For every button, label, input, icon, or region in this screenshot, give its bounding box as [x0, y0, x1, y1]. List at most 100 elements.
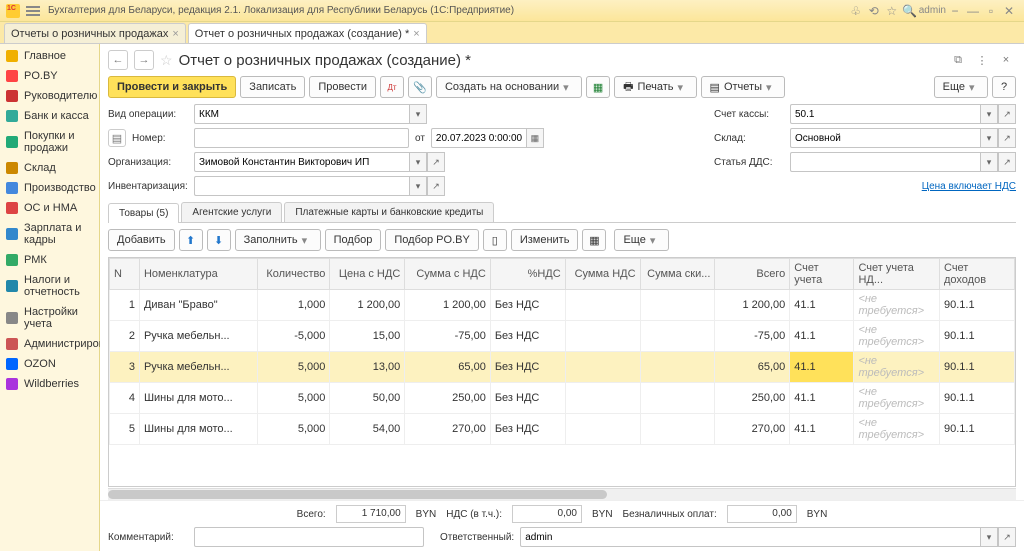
date-input[interactable]	[431, 128, 526, 148]
open-icon[interactable]: ↗	[998, 128, 1016, 148]
more-button[interactable]: Еще▾	[934, 76, 988, 98]
fwd-button[interactable]: →	[134, 50, 154, 70]
excel-icon[interactable]: ▦	[586, 76, 610, 98]
table-row[interactable]: 4Шины для мото...5,00050,00250,00Без НДС…	[110, 383, 1015, 414]
close-icon[interactable]: ✕	[1000, 2, 1018, 20]
comm-input[interactable]	[194, 527, 424, 547]
chevron-down-icon[interactable]: ▾	[409, 176, 427, 196]
sidebar-item[interactable]: РМК	[0, 250, 99, 270]
sidebar-item[interactable]: Покупки и продажи	[0, 126, 99, 158]
dt-kt-icon[interactable]: Дт	[380, 76, 404, 98]
chevron-down-icon[interactable]: ▾	[980, 152, 998, 172]
org-input[interactable]	[194, 152, 409, 172]
close-icon[interactable]: ×	[413, 28, 419, 40]
schet-input[interactable]	[790, 104, 980, 124]
chevron-down-icon[interactable]: ▾	[980, 527, 998, 547]
col-header[interactable]: Сумма НДС	[565, 259, 640, 290]
open-icon[interactable]: ↗	[427, 152, 445, 172]
inv-input[interactable]	[194, 176, 409, 196]
nomer-input[interactable]	[194, 128, 409, 148]
close-icon[interactable]: ×	[996, 50, 1016, 70]
table[interactable]: NНоменклатураКоличествоЦена с НДССумма с…	[108, 257, 1016, 487]
user-label[interactable]: admin	[919, 2, 946, 20]
move-down-icon[interactable]: ⬇	[207, 229, 231, 251]
chevron-down-icon[interactable]: ▾	[409, 152, 427, 172]
chevron-down-icon[interactable]: ▾	[409, 104, 427, 124]
sidebar-item[interactable]: ОС и НМА	[0, 198, 99, 218]
sidebar-item[interactable]: Банк и касса	[0, 106, 99, 126]
help-button[interactable]: ?	[992, 76, 1016, 98]
podbor-button[interactable]: Подбор	[325, 229, 382, 251]
resp-input[interactable]	[520, 527, 980, 547]
open-icon[interactable]: ↗	[998, 104, 1016, 124]
col-header[interactable]: Сумма с НДС	[405, 259, 491, 290]
print-button[interactable]: 🖶 Печать▾	[614, 76, 696, 98]
col-header[interactable]: Счет учета	[790, 259, 854, 290]
fav-icon[interactable]: ☆	[160, 52, 173, 69]
sidebar-item[interactable]: Налоги и отчетность	[0, 270, 99, 302]
fill-button[interactable]: Заполнить▾	[235, 229, 321, 251]
unlink-icon[interactable]: ⧉	[948, 50, 968, 70]
attach-icon[interactable]: 📎	[408, 76, 432, 98]
more-button[interactable]: Еще▾	[614, 229, 668, 251]
col-header[interactable]: Номенклатура	[139, 259, 257, 290]
open-icon[interactable]: ↗	[427, 176, 445, 196]
col-header[interactable]: Счет учета НД...	[854, 259, 940, 290]
sidebar-item[interactable]: Wildberries	[0, 374, 99, 394]
sidebar-item[interactable]: PO.BY	[0, 66, 99, 86]
dds-input[interactable]	[790, 152, 980, 172]
table-row[interactable]: 1Диван "Браво"1,0001 200,001 200,00Без Н…	[110, 290, 1015, 321]
sidebar-item[interactable]: Склад	[0, 158, 99, 178]
sidebar-item[interactable]: Производство	[0, 178, 99, 198]
col-header[interactable]: Счет доходов	[940, 259, 1015, 290]
col-header[interactable]: N	[110, 259, 140, 290]
min-icon[interactable]: —	[964, 2, 982, 20]
vid-op-input[interactable]	[194, 104, 409, 124]
more-icon[interactable]: ⋮	[972, 50, 992, 70]
tab-list[interactable]: Отчеты о розничных продажах×	[4, 23, 186, 43]
podbor-poby-button[interactable]: Подбор PO.BY	[385, 229, 478, 251]
sidebar-item[interactable]: Главное	[0, 46, 99, 66]
dbl-bar-icon[interactable]: −	[946, 2, 964, 20]
scan-icon[interactable]: ▯	[483, 229, 507, 251]
sidebar-item[interactable]: Настройки учета	[0, 302, 99, 334]
search-icon[interactable]: 🔍	[901, 2, 919, 20]
add-button[interactable]: Добавить	[108, 229, 175, 251]
star-icon[interactable]: ☆	[883, 2, 901, 20]
sidebar-item[interactable]: Зарплата и кадры	[0, 218, 99, 250]
doc-tab[interactable]: Платежные карты и банковские кредиты	[284, 202, 494, 222]
chevron-down-icon[interactable]: ▾	[980, 128, 998, 148]
open-icon[interactable]: ↗	[998, 527, 1016, 547]
table-row[interactable]: 2Ручка мебельн...-5,00015,00-75,00Без НД…	[110, 321, 1015, 352]
change-button[interactable]: Изменить	[511, 229, 579, 251]
h-scrollbar[interactable]	[108, 488, 1016, 500]
grid-icon[interactable]: ▦	[582, 229, 606, 251]
col-header[interactable]: Цена с НДС	[330, 259, 405, 290]
history-icon[interactable]: ⟲	[865, 2, 883, 20]
col-header[interactable]: Количество	[257, 259, 330, 290]
move-up-icon[interactable]: ⬆	[179, 229, 203, 251]
tab-doc[interactable]: Отчет о розничных продажах (создание) *×	[188, 23, 427, 43]
back-button[interactable]: ←	[108, 50, 128, 70]
menu-icon[interactable]	[26, 6, 40, 16]
table-row[interactable]: 5Шины для мото...5,00054,00270,00Без НДС…	[110, 414, 1015, 445]
bell-icon[interactable]: ♧	[847, 2, 865, 20]
create-based-on-button[interactable]: Создать на основании▾	[436, 76, 582, 98]
sidebar-item[interactable]: OZON	[0, 354, 99, 374]
sidebar-item[interactable]: Администрирование	[0, 334, 99, 354]
restore-icon[interactable]: ▫	[982, 2, 1000, 20]
chevron-down-icon[interactable]: ▾	[980, 104, 998, 124]
col-header[interactable]: Всего	[715, 259, 790, 290]
sklad-input[interactable]	[790, 128, 980, 148]
col-header[interactable]: %НДС	[490, 259, 565, 290]
sidebar-item[interactable]: Руководителю	[0, 86, 99, 106]
write-button[interactable]: Записать	[240, 76, 305, 98]
calendar-icon[interactable]: ▦	[526, 128, 544, 148]
open-icon[interactable]: ↗	[998, 152, 1016, 172]
doc-tab[interactable]: Агентские услуги	[181, 202, 282, 222]
doc-tab[interactable]: Товары (5)	[108, 203, 179, 223]
post-button[interactable]: Провести	[309, 76, 376, 98]
post-close-button[interactable]: Провести и закрыть	[108, 76, 236, 98]
barcode-icon[interactable]: ▤	[108, 129, 126, 147]
close-icon[interactable]: ×	[172, 28, 178, 40]
